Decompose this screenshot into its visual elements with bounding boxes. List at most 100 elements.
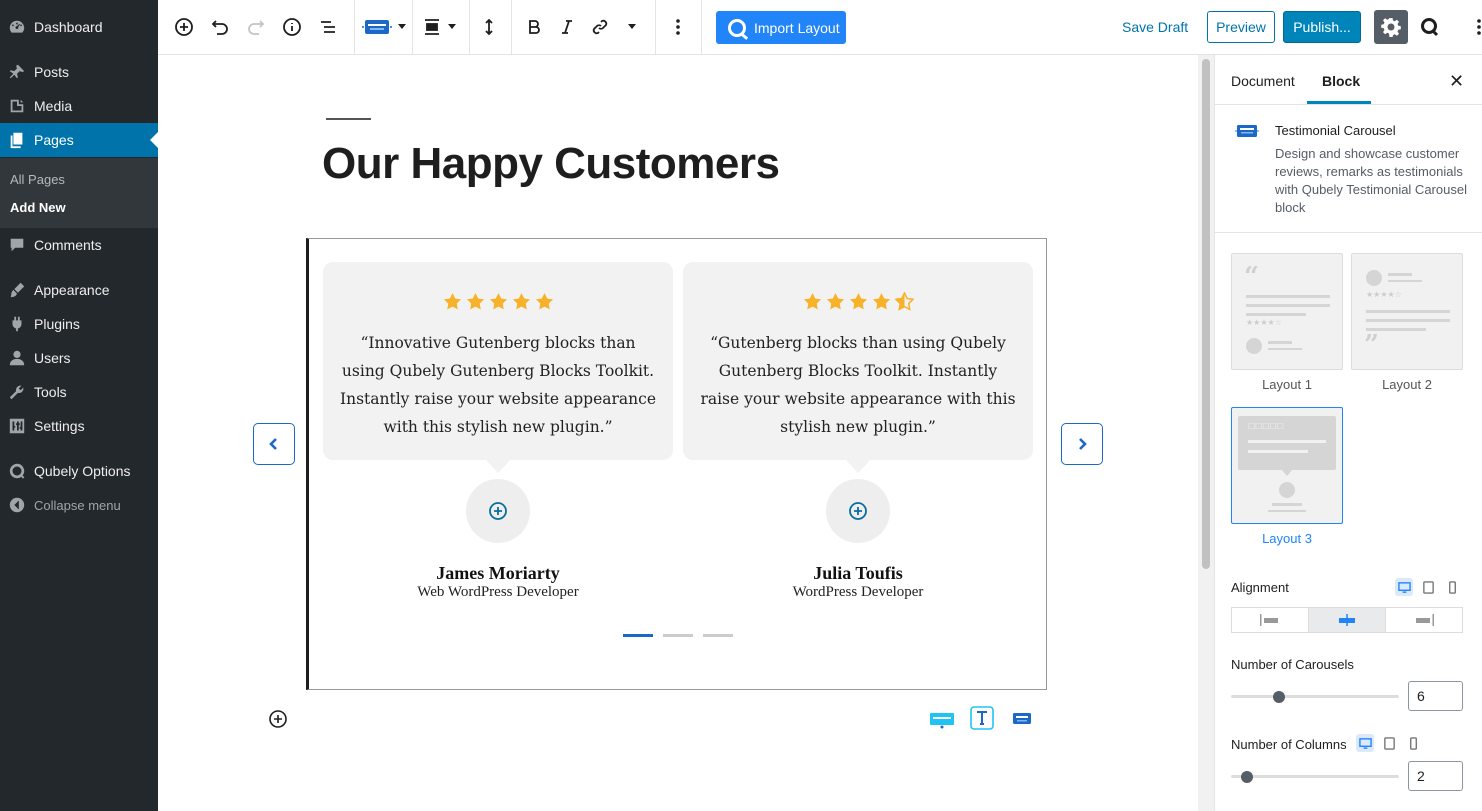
carousel-dot[interactable]: [703, 634, 733, 637]
sidebar-tabs: Document Block ✕: [1215, 55, 1482, 105]
avatar-placeholder[interactable]: [466, 479, 530, 543]
layout-option-1[interactable]: “ ★★★★☆: [1231, 253, 1343, 370]
star-icon: [512, 292, 530, 310]
menu-item-tools[interactable]: Tools: [0, 375, 158, 409]
submenu-all-pages[interactable]: All Pages: [10, 172, 65, 187]
toolbar-divider: [701, 0, 702, 54]
layout-option-2[interactable]: ★★★★☆ ”: [1351, 253, 1463, 370]
carousels-number-input[interactable]: 6: [1408, 681, 1463, 711]
editor-scrollbar[interactable]: [1198, 55, 1214, 811]
columns-device-switcher: [1356, 734, 1422, 752]
undo-button[interactable]: [207, 14, 233, 40]
pages-icon: [0, 131, 34, 149]
carousels-slider-thumb[interactable]: [1273, 691, 1285, 703]
list-outline-icon: [321, 21, 335, 33]
dashboard-icon: [0, 18, 34, 36]
columns-number-input[interactable]: 2: [1408, 761, 1463, 791]
save-draft-button[interactable]: Save Draft: [1122, 19, 1188, 35]
menu-label: Tools: [34, 384, 67, 400]
placeholder-line: [1366, 310, 1450, 313]
separator-block[interactable]: [326, 118, 371, 120]
menu-item-media[interactable]: Media: [0, 89, 158, 123]
carousel-dot[interactable]: [663, 634, 693, 637]
quick-insert-testimonial-icon[interactable]: [1011, 711, 1033, 727]
menu-item-settings[interactable]: Settings: [0, 409, 158, 443]
info-button[interactable]: [279, 14, 305, 40]
carousels-slider[interactable]: [1231, 695, 1399, 698]
add-image-icon: [849, 502, 867, 520]
qubely-logo-icon: [728, 19, 746, 37]
desktop-icon[interactable]: [1356, 734, 1374, 752]
tablet-icon[interactable]: [1380, 734, 1398, 752]
testimonial-role[interactable]: WordPress Developer: [683, 584, 1033, 601]
testimonial-name[interactable]: James Moriarty: [323, 563, 673, 584]
tab-block[interactable]: Block: [1322, 73, 1360, 89]
menu-label: Appearance: [34, 282, 110, 298]
placeholder-line: [1268, 348, 1302, 350]
add-block-toolbar-button[interactable]: [171, 14, 197, 40]
menu-item-dashboard[interactable]: Dashboard: [0, 10, 158, 44]
pages-submenu: All Pages Add New: [0, 158, 158, 228]
menu-item-appearance[interactable]: Appearance: [0, 273, 158, 307]
menu-item-users[interactable]: Users: [0, 341, 158, 375]
menu-item-pages[interactable]: Pages: [0, 123, 158, 157]
chevron-down-icon[interactable]: [448, 24, 456, 29]
close-icon[interactable]: ✕: [1449, 71, 1464, 92]
avatar-placeholder[interactable]: [826, 479, 890, 543]
scrollbar-thumb[interactable]: [1202, 59, 1210, 569]
quick-insert-carousel-icon[interactable]: [929, 711, 955, 729]
link-button[interactable]: [587, 14, 613, 40]
mobile-icon[interactable]: [1404, 734, 1422, 752]
stars-placeholder-icon: ★★★★☆: [1366, 290, 1402, 299]
columns-slider[interactable]: [1231, 775, 1399, 778]
menu-item-comments[interactable]: Comments: [0, 228, 158, 262]
toolbar-divider: [469, 0, 470, 54]
move-button[interactable]: [476, 14, 502, 40]
italic-button[interactable]: [554, 14, 580, 40]
align-right-button[interactable]: [1386, 608, 1462, 632]
user-icon: [0, 349, 34, 367]
testimonial-name[interactable]: Julia Toufis: [683, 563, 1033, 584]
outline-button[interactable]: [315, 14, 341, 40]
publish-button[interactable]: Publish...: [1283, 11, 1361, 43]
toolbar-divider: [511, 0, 512, 54]
align-left-button[interactable]: [1232, 608, 1309, 632]
menu-item-plugins[interactable]: Plugins: [0, 307, 158, 341]
kebab-menu-icon: [676, 19, 680, 35]
block-type-button[interactable]: [361, 14, 393, 40]
qubely-plugin-icon[interactable]: [1419, 16, 1441, 38]
menu-label: Plugins: [34, 316, 80, 332]
placeholder-line: [1246, 295, 1330, 298]
chevron-down-icon[interactable]: [398, 24, 406, 29]
layout-option-3[interactable]: ☐☐☐☐☐: [1231, 407, 1343, 524]
align-center-button[interactable]: [1309, 608, 1386, 632]
add-block-button[interactable]: [268, 709, 288, 729]
desktop-icon[interactable]: [1395, 578, 1413, 596]
bold-button[interactable]: [521, 14, 547, 40]
tab-document[interactable]: Document: [1231, 73, 1295, 89]
submenu-add-new[interactable]: Add New: [10, 200, 66, 215]
heading-block[interactable]: Our Happy Customers: [322, 139, 780, 189]
preview-button[interactable]: Preview: [1207, 11, 1275, 43]
testimonial-quote[interactable]: “Gutenberg blocks than using Qubely Gute…: [699, 329, 1017, 441]
chevron-down-icon[interactable]: [628, 24, 636, 29]
testimonial-quote[interactable]: “Innovative Gutenberg blocks than using …: [339, 329, 657, 441]
carousel-prev-button[interactable]: [253, 423, 295, 465]
redo-button[interactable]: [243, 14, 269, 40]
quick-insert-text-icon[interactable]: [970, 706, 994, 730]
menu-item-posts[interactable]: Posts: [0, 55, 158, 89]
menu-item-qubely-options[interactable]: Qubely Options: [0, 454, 158, 488]
block-alignment-button[interactable]: [419, 14, 445, 40]
import-layout-button[interactable]: Import Layout: [716, 11, 846, 44]
collapse-menu-button[interactable]: Collapse menu: [0, 488, 158, 522]
carousel-next-button[interactable]: [1061, 423, 1103, 465]
carousel-dot[interactable]: [623, 634, 653, 637]
testimonial-role[interactable]: Web WordPress Developer: [323, 584, 673, 601]
more-tools-button[interactable]: [1466, 14, 1482, 40]
testimonial-carousel-block[interactable]: “Innovative Gutenberg blocks than using …: [306, 238, 1047, 690]
settings-toggle-button[interactable]: [1374, 10, 1408, 44]
tablet-icon[interactable]: [1419, 578, 1437, 596]
mobile-icon[interactable]: [1443, 578, 1461, 596]
more-options-button[interactable]: [665, 14, 691, 40]
columns-slider-thumb[interactable]: [1241, 771, 1253, 783]
